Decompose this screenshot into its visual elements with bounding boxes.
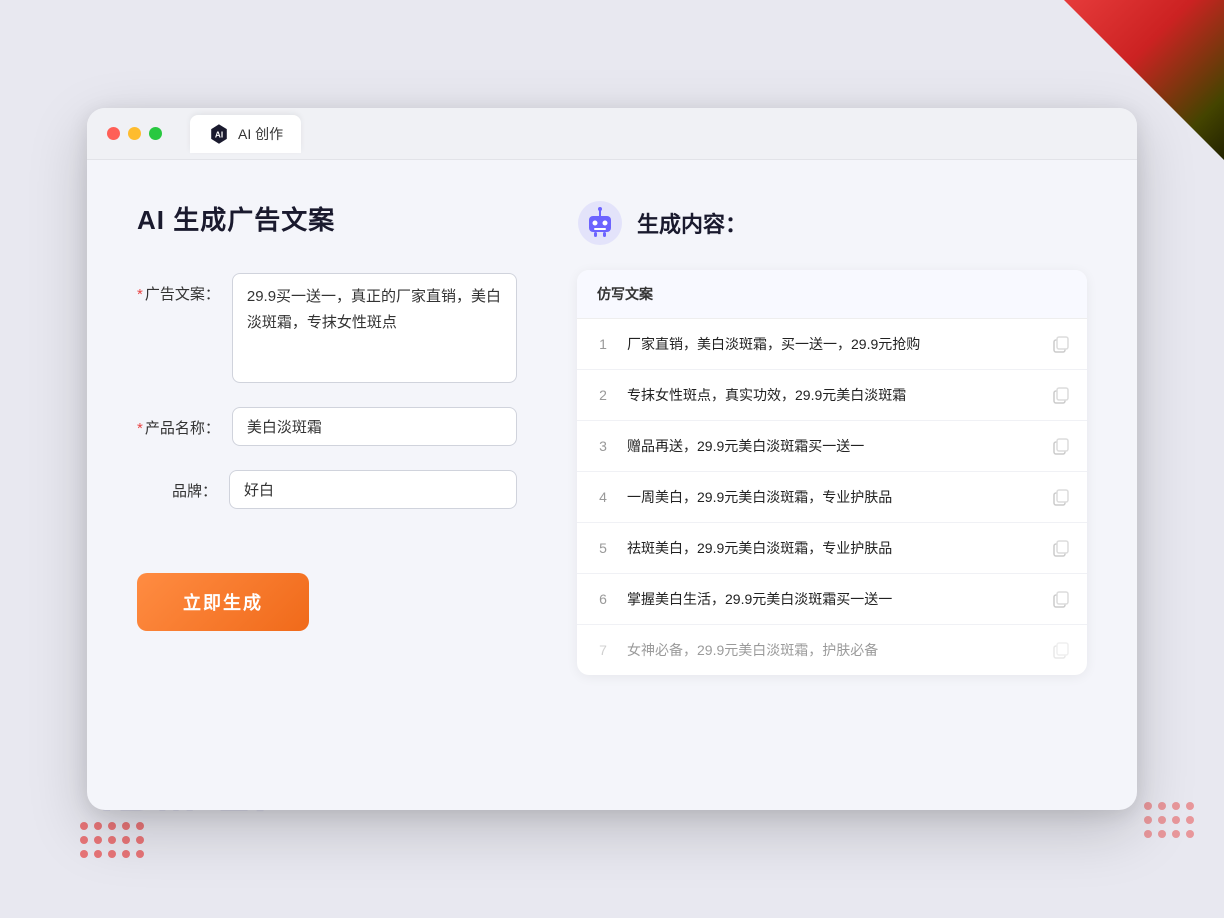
right-panel: 生成内容： 仿写文案 1 厂家直销，美白淡斑霜，买一送一，29.9元抢购 2 专… — [577, 200, 1087, 770]
copy-icon[interactable] — [1049, 588, 1071, 610]
row-number: 3 — [593, 438, 613, 454]
table-row: 5 祛斑美白，29.9元美白淡斑霜，专业护肤品 — [577, 523, 1087, 574]
product-name-group: *产品名称： — [137, 407, 517, 446]
ad-copy-input[interactable]: 29.9买一送一，真正的厂家直销，美白淡斑霜，专抹女性斑点 — [232, 273, 517, 383]
result-header: 生成内容： — [577, 200, 1087, 246]
browser-window: AI AI 创作 AI 生成广告文案 *广告文案： 29.9买一送一，真正的厂家… — [87, 108, 1137, 810]
table-row: 7 女神必备，29.9元美白淡斑霜，护肤必备 — [577, 625, 1087, 675]
copy-icon[interactable] — [1049, 435, 1071, 457]
copy-icon[interactable] — [1049, 384, 1071, 406]
row-number: 4 — [593, 489, 613, 505]
row-number: 2 — [593, 387, 613, 403]
content-area: AI 生成广告文案 *广告文案： 29.9买一送一，真正的厂家直销，美白淡斑霜，… — [87, 160, 1137, 810]
table-row: 1 厂家直销，美白淡斑霜，买一送一，29.9元抢购 — [577, 319, 1087, 370]
table-row: 6 掌握美白生活，29.9元美白淡斑霜买一送一 — [577, 574, 1087, 625]
title-bar: AI AI 创作 — [87, 108, 1137, 160]
row-number: 6 — [593, 591, 613, 607]
ad-copy-label: *广告文案： — [137, 273, 220, 304]
dots-decoration-bl — [80, 822, 144, 858]
page-title: AI 生成广告文案 — [137, 200, 517, 237]
ai-tab[interactable]: AI AI 创作 — [190, 115, 301, 153]
row-number: 5 — [593, 540, 613, 556]
copy-icon[interactable] — [1049, 486, 1071, 508]
robot-icon — [577, 200, 623, 246]
row-text: 赠品再送，29.9元美白淡斑霜买一送一 — [627, 436, 1035, 457]
brand-group: 品牌： — [137, 470, 517, 509]
copy-icon[interactable] — [1049, 333, 1071, 355]
row-number: 7 — [593, 642, 613, 658]
product-name-required: * — [137, 420, 143, 437]
generate-button[interactable]: 立即生成 — [137, 573, 309, 631]
table-row: 4 一周美白，29.9元美白淡斑霜，专业护肤品 — [577, 472, 1087, 523]
row-number: 1 — [593, 336, 613, 352]
row-text: 专抹女性斑点，真实功效，29.9元美白淡斑霜 — [627, 385, 1035, 406]
minimize-button[interactable] — [128, 127, 141, 140]
tab-label: AI 创作 — [238, 124, 283, 144]
brand-label: 品牌： — [137, 470, 217, 501]
dots-decoration-br — [1144, 802, 1194, 838]
result-title: 生成内容： — [637, 207, 747, 239]
brand-input[interactable] — [229, 470, 517, 509]
row-text: 一周美白，29.9元美白淡斑霜，专业护肤品 — [627, 487, 1035, 508]
ad-copy-required: * — [137, 286, 143, 303]
maximize-button[interactable] — [149, 127, 162, 140]
table-row: 2 专抹女性斑点，真实功效，29.9元美白淡斑霜 — [577, 370, 1087, 421]
copy-icon[interactable] — [1049, 639, 1071, 661]
table-header: 仿写文案 — [577, 270, 1087, 319]
product-name-label: *产品名称： — [137, 407, 220, 438]
svg-text:AI: AI — [215, 130, 223, 139]
row-text: 祛斑美白，29.9元美白淡斑霜，专业护肤品 — [627, 538, 1035, 559]
traffic-lights — [107, 127, 162, 140]
close-button[interactable] — [107, 127, 120, 140]
row-text: 女神必备，29.9元美白淡斑霜，护肤必备 — [627, 640, 1035, 661]
ai-tab-icon: AI — [208, 123, 230, 145]
copy-icon[interactable] — [1049, 537, 1071, 559]
row-text: 厂家直销，美白淡斑霜，买一送一，29.9元抢购 — [627, 334, 1035, 355]
row-text: 掌握美白生活，29.9元美白淡斑霜买一送一 — [627, 589, 1035, 610]
table-row: 3 赠品再送，29.9元美白淡斑霜买一送一 — [577, 421, 1087, 472]
ad-copy-group: *广告文案： 29.9买一送一，真正的厂家直销，美白淡斑霜，专抹女性斑点 — [137, 273, 517, 383]
product-name-input[interactable] — [232, 407, 517, 446]
left-panel: AI 生成广告文案 *广告文案： 29.9买一送一，真正的厂家直销，美白淡斑霜，… — [137, 200, 517, 770]
result-table: 仿写文案 1 厂家直销，美白淡斑霜，买一送一，29.9元抢购 2 专抹女性斑点，… — [577, 270, 1087, 675]
